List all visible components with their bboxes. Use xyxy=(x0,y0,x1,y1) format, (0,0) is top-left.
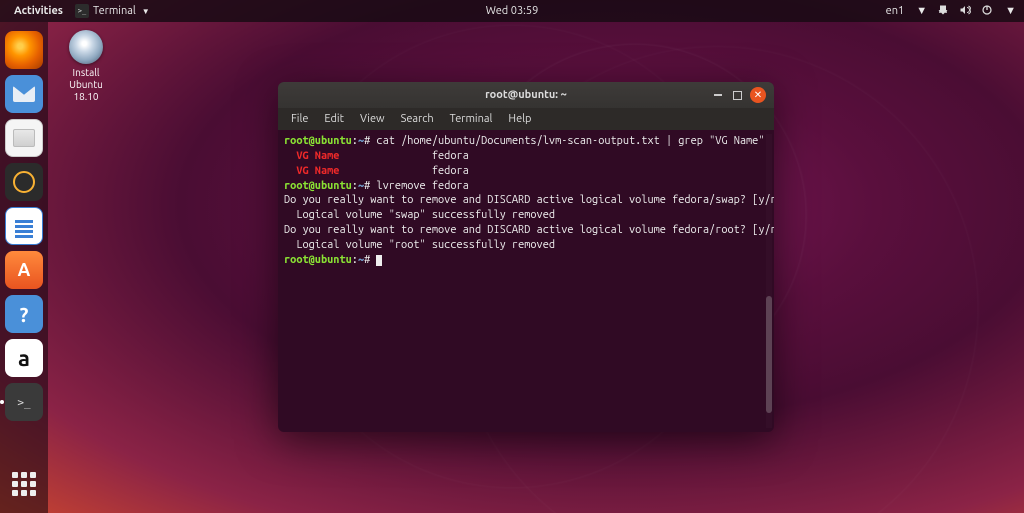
terminal-menubar: FileEditViewSearchTerminalHelp xyxy=(278,108,774,130)
dock-item-software[interactable] xyxy=(5,251,43,289)
dock-item-thunderbird[interactable] xyxy=(5,75,43,113)
dock-item-writer[interactable] xyxy=(5,207,43,245)
window-minimize-button[interactable] xyxy=(711,88,725,102)
top-bar: Activities Terminal ▼ Wed 03:59 en1 ▼ ▼ xyxy=(0,0,1024,22)
window-title: root@ubuntu: ~ xyxy=(485,89,567,101)
desktop-icon-install-ubuntu[interactable]: InstallUbuntu18.10 xyxy=(56,30,116,103)
window-controls xyxy=(711,87,774,103)
power-icon[interactable] xyxy=(981,4,993,19)
dock-item-firefox[interactable] xyxy=(5,31,43,69)
window-titlebar[interactable]: root@ubuntu: ~ xyxy=(278,82,774,108)
dock-item-terminal[interactable] xyxy=(5,383,43,421)
terminal-icon xyxy=(75,4,89,18)
window-close-button[interactable] xyxy=(750,87,766,103)
status-area[interactable]: en1 ▼ ▼ xyxy=(886,4,1016,19)
dock-item-amazon[interactable] xyxy=(5,339,43,377)
menu-terminal[interactable]: Terminal xyxy=(443,111,500,127)
terminal-window: root@ubuntu: ~ FileEditViewSearchTermina… xyxy=(278,82,774,432)
menu-search[interactable]: Search xyxy=(394,111,441,127)
menu-help[interactable]: Help xyxy=(501,111,538,127)
dock-item-rhythmbox[interactable] xyxy=(5,163,43,201)
scrollbar[interactable] xyxy=(766,134,772,428)
window-maximize-button[interactable] xyxy=(733,91,742,100)
network-icon[interactable] xyxy=(937,4,949,19)
show-applications-button[interactable] xyxy=(5,465,43,503)
menu-view[interactable]: View xyxy=(353,111,392,127)
dock xyxy=(0,22,48,513)
chevron-down-icon: ▼ xyxy=(1005,5,1016,17)
chevron-down-icon: ▼ xyxy=(142,7,150,16)
active-app-menu[interactable]: Terminal ▼ xyxy=(69,4,156,18)
terminal-output[interactable]: root@ubuntu:~# cat /home/ubuntu/Document… xyxy=(278,130,774,432)
desktop-icon-label: InstallUbuntu18.10 xyxy=(56,67,116,103)
active-app-label: Terminal xyxy=(93,5,136,17)
dock-item-help[interactable] xyxy=(5,295,43,333)
scrollbar-thumb[interactable] xyxy=(766,296,772,414)
menu-edit[interactable]: Edit xyxy=(317,111,351,127)
volume-icon[interactable] xyxy=(959,4,971,19)
chevron-down-icon: ▼ xyxy=(916,5,927,17)
input-language[interactable]: en1 xyxy=(886,5,905,17)
disc-icon xyxy=(69,30,103,64)
activities-button[interactable]: Activities xyxy=(8,5,69,17)
menu-file[interactable]: File xyxy=(284,111,315,127)
clock[interactable]: Wed 03:59 xyxy=(486,5,539,17)
dock-item-files[interactable] xyxy=(5,119,43,157)
